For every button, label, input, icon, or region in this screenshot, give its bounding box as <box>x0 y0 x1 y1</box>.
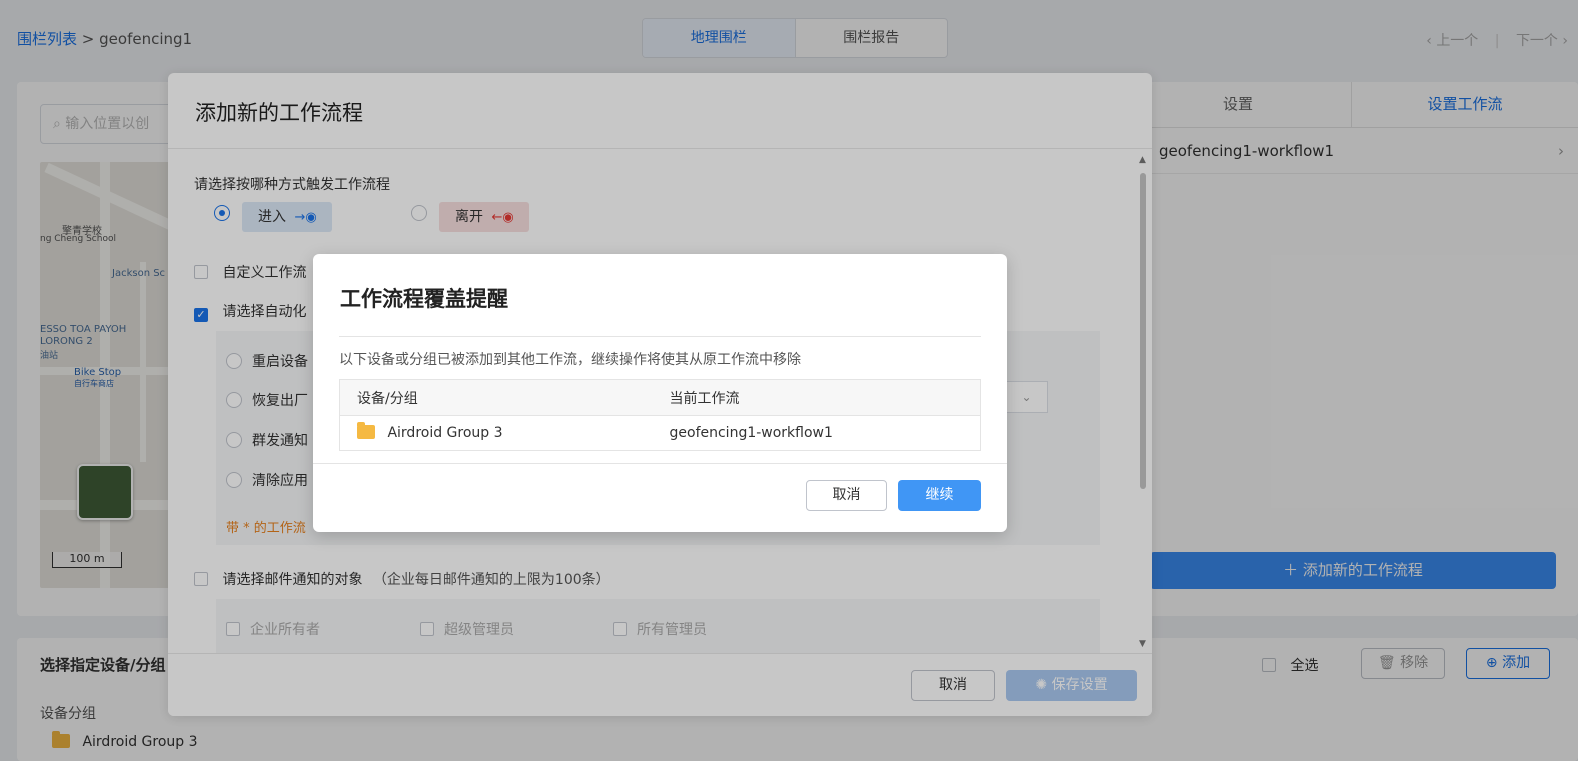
column-header-device: 设备/分组 <box>339 379 653 416</box>
divider <box>339 336 981 337</box>
confirm-title: 工作流程覆盖提醒 <box>340 287 508 311</box>
table-row: Airdroid Group 3 geofencing1-workflow1 <box>340 416 981 451</box>
confirm-message: 以下设备或分组已被添加到其他工作流，继续操作将使其从原工作流中移除 <box>339 352 801 368</box>
confirm-cancel-button[interactable]: 取消 <box>806 480 887 511</box>
device-cell: Airdroid Group 3 <box>340 416 653 451</box>
continue-button[interactable]: 继续 <box>898 480 981 511</box>
overwrite-confirm-dialog: 工作流程覆盖提醒 以下设备或分组已被添加到其他工作流，继续操作将使其从原工作流中… <box>313 254 1007 532</box>
conflict-table: 设备/分组 当前工作流 Airdroid Group 3 geofencing1… <box>339 379 981 451</box>
column-header-workflow: 当前工作流 <box>652 379 981 416</box>
device-name: Airdroid Group 3 <box>387 425 503 441</box>
folder-icon <box>357 422 375 439</box>
table-header-row: 设备/分组 当前工作流 <box>339 379 981 416</box>
workflow-cell: geofencing1-workflow1 <box>669 425 833 441</box>
footer-divider <box>313 463 1007 464</box>
